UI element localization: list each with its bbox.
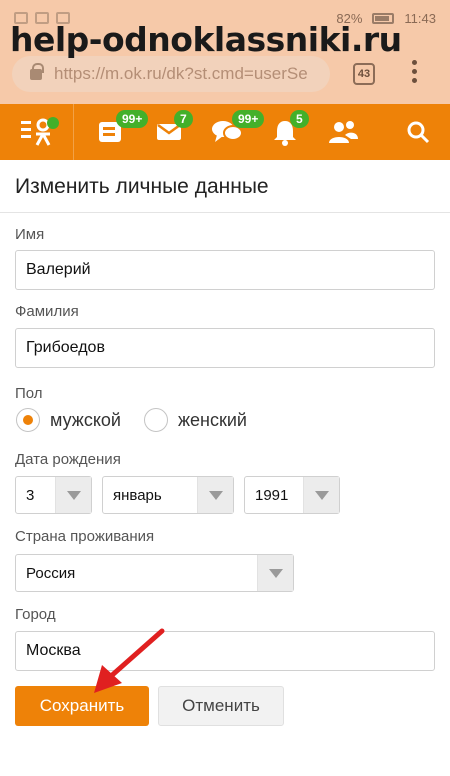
birth-month-value: январь bbox=[113, 486, 162, 504]
clock: 11:43 bbox=[404, 10, 436, 26]
chevron-down-icon bbox=[257, 555, 293, 591]
lock-icon bbox=[30, 62, 44, 80]
friends-icon bbox=[329, 121, 358, 143]
first-name-label: Имя bbox=[15, 226, 45, 243]
messages-badge: 7 bbox=[174, 110, 193, 128]
url-text: https://m.ok.ru/dk?st.cmd=userSe bbox=[54, 64, 308, 83]
city-label: Город bbox=[15, 606, 56, 623]
country-value: Россия bbox=[26, 564, 76, 582]
nav-notifications[interactable]: 5 bbox=[256, 104, 314, 160]
gender-male-label[interactable]: мужской bbox=[50, 410, 121, 431]
notifications-badge: 5 bbox=[290, 110, 309, 128]
nav-feed[interactable]: 99+ bbox=[82, 104, 149, 160]
chevron-down-icon bbox=[303, 477, 339, 513]
page-title: Изменить личные данные bbox=[15, 175, 269, 198]
title-divider bbox=[0, 212, 450, 213]
chevron-down-icon bbox=[55, 477, 91, 513]
city-input[interactable] bbox=[15, 631, 435, 671]
chevron-down-icon bbox=[197, 477, 233, 513]
birth-month-select[interactable]: январь bbox=[102, 476, 234, 514]
watermark: help-odnoklassniki.ru bbox=[10, 20, 402, 59]
country-select[interactable]: Россия bbox=[15, 554, 294, 592]
cancel-button[interactable]: Отменить bbox=[158, 686, 284, 726]
browser-menu-icon[interactable] bbox=[412, 60, 418, 83]
url-bar[interactable]: https://m.ok.ru/dk?st.cmd=userSe bbox=[12, 56, 330, 92]
birth-day-value: 3 bbox=[26, 486, 35, 504]
search-icon bbox=[407, 121, 430, 144]
nav-discussions[interactable]: 99+ bbox=[198, 104, 265, 160]
search-button[interactable] bbox=[404, 118, 432, 146]
gender-male-radio[interactable] bbox=[16, 408, 40, 432]
red-arrow-annotation bbox=[94, 628, 165, 693]
nav-friends[interactable] bbox=[314, 104, 372, 160]
nav-messages[interactable]: 7 bbox=[140, 104, 198, 160]
last-name-input[interactable] bbox=[15, 328, 435, 368]
gender-label: Пол bbox=[15, 385, 43, 402]
ok-navbar: 99+ 7 99+ 5 bbox=[0, 104, 450, 160]
birthdate-label: Дата рождения bbox=[15, 451, 121, 468]
birth-year-select[interactable]: 1991 bbox=[244, 476, 340, 514]
country-label: Страна проживания bbox=[15, 528, 155, 545]
gender-female-label[interactable]: женский bbox=[178, 410, 247, 431]
last-name-label: Фамилия bbox=[15, 303, 79, 320]
birth-day-select[interactable]: 3 bbox=[15, 476, 92, 514]
tabs-button[interactable]: 43 bbox=[353, 63, 375, 85]
online-status-dot bbox=[47, 117, 59, 129]
ok-logo-menu[interactable] bbox=[0, 104, 74, 160]
birth-year-value: 1991 bbox=[255, 486, 289, 504]
first-name-input[interactable] bbox=[15, 250, 435, 290]
gender-female-radio[interactable] bbox=[144, 408, 168, 432]
